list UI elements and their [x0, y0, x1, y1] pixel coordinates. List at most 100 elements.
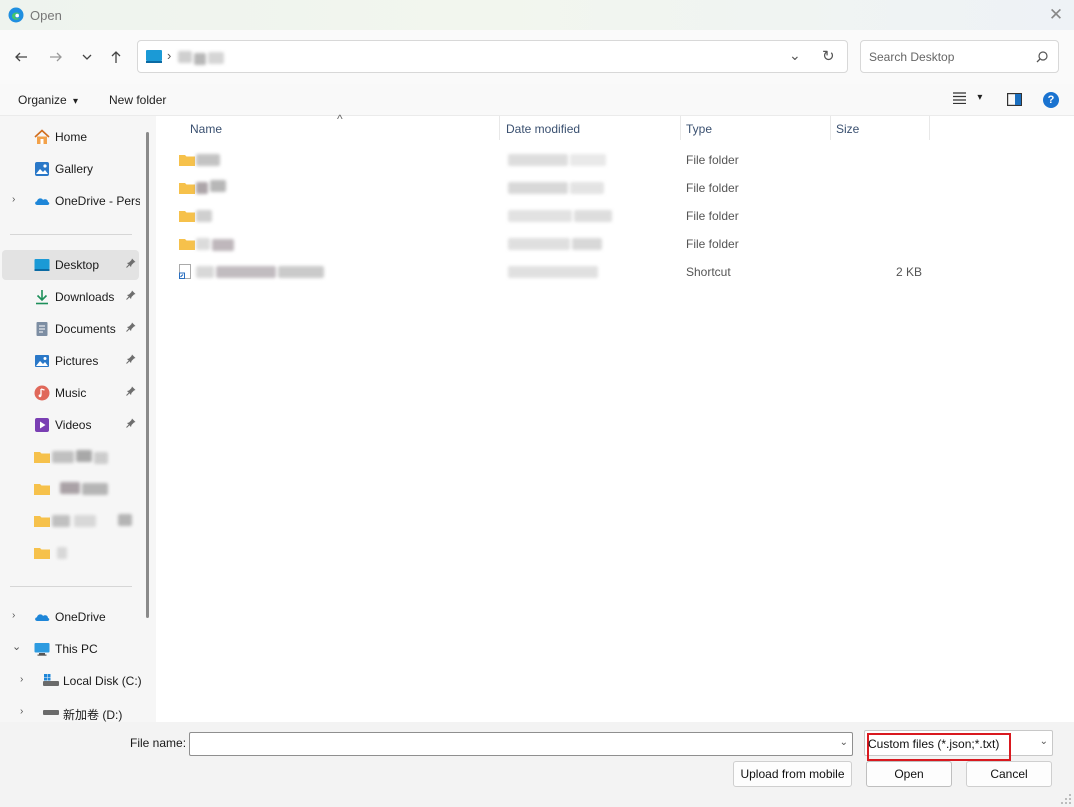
cancel-button[interactable]: Cancel [966, 761, 1052, 787]
file-type: File folder [686, 237, 739, 251]
close-button[interactable]: ✕ [1046, 5, 1066, 25]
open-button[interactable]: Open [866, 761, 952, 787]
sidebar-item-label: This PC [55, 642, 98, 656]
forward-button[interactable] [46, 47, 66, 67]
sidebar-item-folder[interactable] [2, 538, 139, 568]
column-divider[interactable] [680, 116, 681, 140]
divider [10, 586, 132, 587]
column-header-name[interactable]: Name [190, 122, 222, 136]
refresh-icon[interactable]: ↻ [822, 47, 835, 65]
sidebar-scrollbar[interactable] [146, 132, 149, 618]
sidebar-item-folder[interactable] [2, 474, 139, 504]
table-row[interactable]: Shortcut 2 KB [172, 258, 932, 286]
folder-icon [179, 183, 195, 194]
column-header-size[interactable]: Size [836, 122, 859, 136]
file-type: File folder [686, 153, 739, 167]
pc-icon [34, 643, 50, 656]
sidebar-item-drive-d[interactable]: › 新加卷 (D:) [2, 698, 139, 722]
organize-button[interactable]: Organize ▾ [18, 93, 78, 107]
sidebar-item-folder[interactable] [2, 442, 139, 472]
column-divider[interactable] [929, 116, 930, 140]
sidebar-item-folder[interactable] [2, 506, 139, 536]
resize-grip-icon[interactable] [1060, 793, 1072, 805]
chevron-right-icon[interactable]: › [20, 706, 23, 717]
sidebar-item-downloads[interactable]: Downloads [2, 282, 139, 312]
column-divider[interactable] [499, 116, 500, 140]
sidebar-item-label: Desktop [55, 258, 100, 272]
sidebar-item-onedrive-personal[interactable]: › OneDrive - Perso [2, 186, 140, 216]
folder-icon [34, 452, 50, 463]
pin-icon [126, 418, 136, 431]
file-type-filter-select[interactable]: Custom files (*.json;*.txt) ⌄ [864, 730, 1053, 761]
sidebar-item-label: OneDrive - Perso [55, 194, 140, 208]
file-name-combobox[interactable]: ⌄ [189, 732, 853, 756]
preview-pane-button[interactable] [1007, 93, 1023, 109]
desktop-icon [146, 50, 162, 63]
sidebar-item-documents[interactable]: Documents [2, 314, 139, 344]
pin-icon [126, 258, 136, 271]
sidebar-item-pictures[interactable]: Pictures [2, 346, 139, 376]
column-divider[interactable] [830, 116, 831, 140]
sidebar-item-local-disk-c[interactable]: › Local Disk (C:) [2, 666, 142, 696]
chevron-right-icon[interactable]: › [20, 674, 23, 685]
sidebar-item-videos[interactable]: Videos [2, 410, 139, 440]
file-name-input[interactable] [194, 736, 824, 752]
file-type: File folder [686, 181, 739, 195]
pin-icon [126, 290, 136, 303]
window-title: Open [30, 8, 62, 23]
onedrive-icon [35, 614, 50, 621]
sidebar-item-label: Documents [55, 322, 116, 336]
pin-icon [126, 322, 136, 335]
folder-icon [34, 484, 50, 495]
table-row[interactable]: File folder [172, 146, 932, 174]
chevron-right-icon[interactable]: › [12, 194, 15, 205]
upload-from-mobile-button[interactable]: Upload from mobile [733, 761, 852, 787]
column-header-type[interactable]: Type [686, 122, 712, 136]
address-history-dropdown[interactable]: ⌄ [789, 47, 801, 64]
pin-icon [126, 354, 136, 367]
table-row[interactable]: File folder [172, 174, 932, 202]
list-view-icon [953, 92, 966, 105]
videos-icon [35, 418, 49, 432]
gallery-icon [35, 162, 49, 176]
sidebar-item-onedrive[interactable]: › OneDrive [2, 602, 139, 632]
chevron-down-icon[interactable]: ⌄ [1040, 736, 1048, 747]
caret-down-icon: ▾ [977, 92, 983, 103]
title-bar: Open ✕ [0, 0, 1074, 30]
new-folder-button[interactable]: New folder [109, 93, 166, 107]
sidebar-item-label: Gallery [55, 162, 94, 176]
sidebar-item-label: Downloads [55, 290, 115, 304]
navigation-pane: Home Gallery › OneDrive - Perso Desktop … [0, 116, 156, 722]
address-bar[interactable]: › ⌄ ↻ [137, 40, 848, 73]
search-icon[interactable] [1036, 51, 1048, 63]
folder-icon [34, 548, 50, 559]
folder-icon [179, 155, 195, 166]
breadcrumb-separator[interactable]: › [167, 48, 171, 63]
sidebar-item-home[interactable]: Home [2, 122, 139, 152]
sidebar-item-label: Music [55, 386, 87, 400]
sidebar-item-music[interactable]: Music [2, 378, 139, 408]
divider [10, 234, 132, 235]
sidebar-item-desktop[interactable]: Desktop [2, 250, 139, 280]
sidebar-item-label: Videos [55, 418, 92, 432]
column-header-date-modified[interactable]: Date modified [506, 122, 580, 136]
chevron-down-icon[interactable]: ⌄ [840, 737, 848, 748]
arrow-right-icon [50, 52, 62, 62]
shortcut-icon [179, 264, 191, 279]
recent-locations-button[interactable] [77, 47, 97, 67]
help-button[interactable]: ? [1043, 92, 1059, 108]
breadcrumb-folder[interactable] [178, 51, 228, 65]
back-button[interactable] [11, 47, 31, 67]
table-row[interactable]: File folder [172, 230, 932, 258]
drive-icon [43, 710, 59, 715]
search-input[interactable] [869, 48, 1029, 66]
table-row[interactable]: File folder [172, 202, 932, 230]
search-box[interactable] [860, 40, 1059, 73]
up-button[interactable] [106, 47, 126, 67]
chevron-right-icon[interactable]: › [12, 610, 15, 621]
sidebar-item-this-pc[interactable]: ⌄ This PC [2, 634, 139, 664]
view-options-button[interactable]: ▾ [953, 92, 982, 107]
chevron-down-icon[interactable]: ⌄ [12, 640, 21, 653]
sidebar-item-gallery[interactable]: Gallery [2, 154, 139, 184]
downloads-icon [36, 290, 48, 305]
